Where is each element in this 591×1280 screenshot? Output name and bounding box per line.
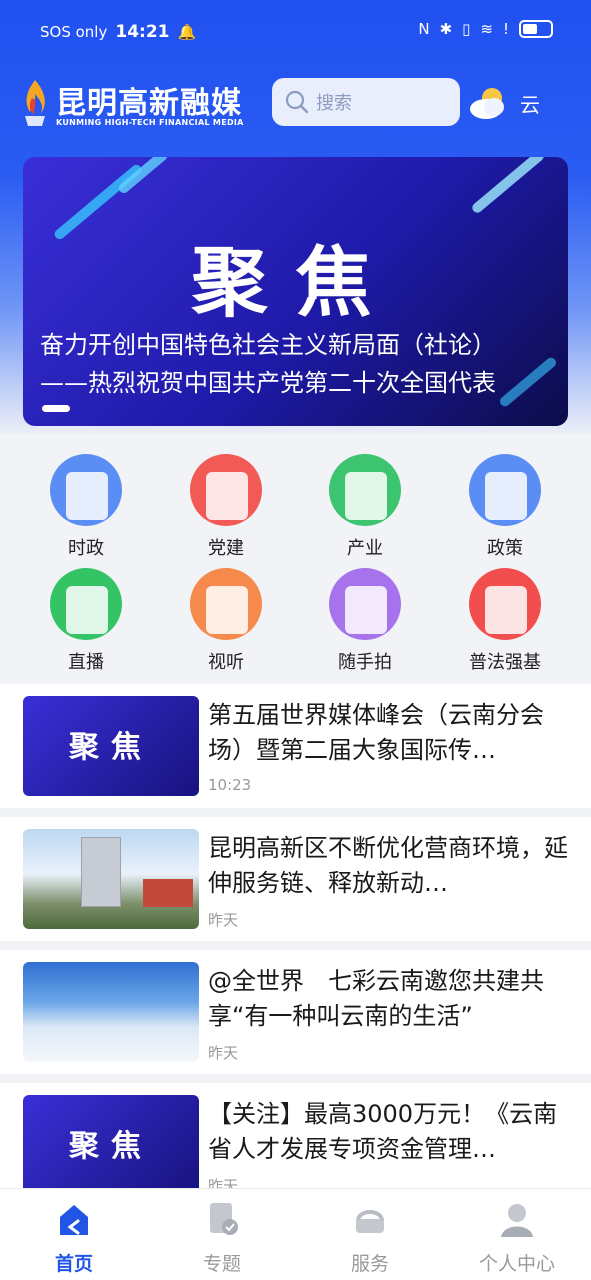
category-label: 党建: [208, 538, 244, 559]
category-label: 随手拍: [338, 652, 392, 673]
news-item[interactable]: 昆明高新区不断优化营商环境，延伸服务链、释放新动… 昨天: [0, 817, 591, 941]
news-thumbnail: 聚焦: [23, 696, 199, 796]
category-label: 直播: [68, 652, 104, 673]
banner-decoration: [470, 157, 546, 215]
category-pufa[interactable]: 普法强基: [455, 568, 555, 678]
bottom-tab-bar: 首页 专题 服务 个人中心: [0, 1188, 591, 1280]
books-icon: [469, 568, 541, 640]
weather-text: 云: [520, 92, 540, 117]
news-time: 昨天: [208, 911, 239, 929]
building-icon: [329, 454, 401, 526]
category-zhibo[interactable]: 直播: [36, 568, 136, 678]
party-emblem-icon: [190, 454, 262, 526]
app-logo: 昆明高新融媒 KUNMING HIGH-TECH FINANCIAL MEDIA: [20, 78, 250, 132]
category-label: 普法强基: [469, 652, 541, 673]
alert-icon: !: [502, 20, 509, 38]
category-dangjian[interactable]: 党建: [176, 454, 276, 564]
category-zhengce[interactable]: 政策: [455, 454, 555, 564]
news-time: 昨天: [208, 1044, 239, 1062]
news-title: 昆明高新区不断优化营商环境，延伸服务链、释放新动…: [208, 834, 568, 897]
category-grid: 时政 党建 产业 政策 直播 视听 随手拍 普法强基: [0, 434, 591, 682]
category-chanye[interactable]: 产业: [315, 454, 415, 564]
category-label: 产业: [347, 538, 383, 559]
tab-label: 服务: [350, 1253, 389, 1275]
news-title: 第五届世界媒体峰会（云南分会场）暨第二届大象国际传…: [208, 701, 544, 764]
topic-icon: [210, 1203, 238, 1235]
news-time: 10:23: [208, 776, 252, 794]
building-illustration: [143, 879, 193, 907]
tab-home[interactable]: 首页: [14, 1199, 134, 1276]
search-input[interactable]: 搜索: [272, 78, 460, 126]
video-play-icon: [190, 568, 262, 640]
category-shizheng[interactable]: 时政: [36, 454, 136, 564]
banner-caption-line1: 奋力开创中国特色社会主义新局面（社论）: [40, 331, 496, 359]
home-icon: [60, 1205, 88, 1235]
camera-icon: [329, 568, 401, 640]
category-shiting[interactable]: 视听: [176, 568, 276, 678]
tab-service[interactable]: 服务: [310, 1199, 430, 1276]
banner-big-text: 聚焦: [191, 238, 400, 327]
search-icon: [285, 90, 309, 114]
live-play-icon: [50, 568, 122, 640]
battery-icon: [519, 20, 553, 38]
cloud-sun-icon: [470, 88, 504, 119]
flame-logo-icon: [25, 80, 45, 126]
news-title: @全世界 七彩云南邀您共建共享“有一种叫云南的生活”: [208, 967, 544, 1030]
bell-icon: 🔔: [177, 23, 197, 41]
carrier-text: SOS only: [40, 23, 108, 41]
profile-icon: [501, 1204, 533, 1237]
news-thumbnail: [23, 829, 199, 929]
category-label: 政策: [487, 538, 523, 559]
category-label: 视听: [208, 652, 244, 673]
logo-name: 昆明高新融媒: [56, 86, 242, 121]
tab-label: 首页: [54, 1253, 93, 1275]
carousel-indicator: [42, 405, 70, 412]
news-item[interactable]: @全世界 七彩云南邀您共建共享“有一种叫云南的生活” 昨天: [0, 950, 591, 1074]
news-item[interactable]: 聚焦 第五届世界媒体峰会（云南分会场）暨第二届大象国际传… 10:23: [0, 684, 591, 808]
news-title: 【关注】最高3000万元！《云南省人才发展专项资金管理…: [208, 1100, 558, 1163]
service-icon: [356, 1210, 384, 1233]
banner-caption-line2: ——热烈祝贺中国共产党第二十次全国代表: [40, 369, 496, 397]
building-illustration: [81, 837, 121, 907]
news-thumbnail: 聚焦: [23, 1095, 199, 1195]
tab-profile[interactable]: 个人中心: [457, 1199, 577, 1276]
category-suishoupai[interactable]: 随手拍: [315, 568, 415, 678]
news-thumbnail: [23, 962, 199, 1062]
newspaper-icon: [50, 454, 122, 526]
status-bar: SOS only 14:21 🔔 N ✱ ▯ ≋ !: [0, 0, 591, 64]
weather-widget[interactable]: 云: [468, 80, 578, 126]
banner-carousel[interactable]: 聚焦 奋力开创中国特色社会主义新局面（社论） ——热烈祝贺中国共产党第二十次全国…: [23, 157, 568, 426]
vibrate-icon: ▯: [462, 20, 471, 38]
tab-label: 专题: [202, 1253, 241, 1275]
policy-star-icon: [469, 454, 541, 526]
logo-subtitle: KUNMING HIGH-TECH FINANCIAL MEDIA: [56, 118, 244, 127]
thumb-text: 聚焦: [69, 730, 153, 765]
wifi-icon: ≋: [480, 20, 493, 38]
tab-topic[interactable]: 专题: [162, 1199, 282, 1276]
thumb-text: 聚焦: [69, 1129, 153, 1164]
app-header: SOS only 14:21 🔔 N ✱ ▯ ≋ ! 昆明高新融媒 KUNMIN…: [0, 0, 591, 440]
search-placeholder: 搜索: [316, 93, 352, 114]
bluetooth-icon: ✱: [439, 20, 453, 38]
category-label: 时政: [68, 538, 104, 559]
nfc-icon: N: [418, 20, 430, 38]
clock: 14:21: [115, 22, 170, 42]
tab-label: 个人中心: [478, 1253, 555, 1275]
banner-decoration: [497, 355, 559, 409]
